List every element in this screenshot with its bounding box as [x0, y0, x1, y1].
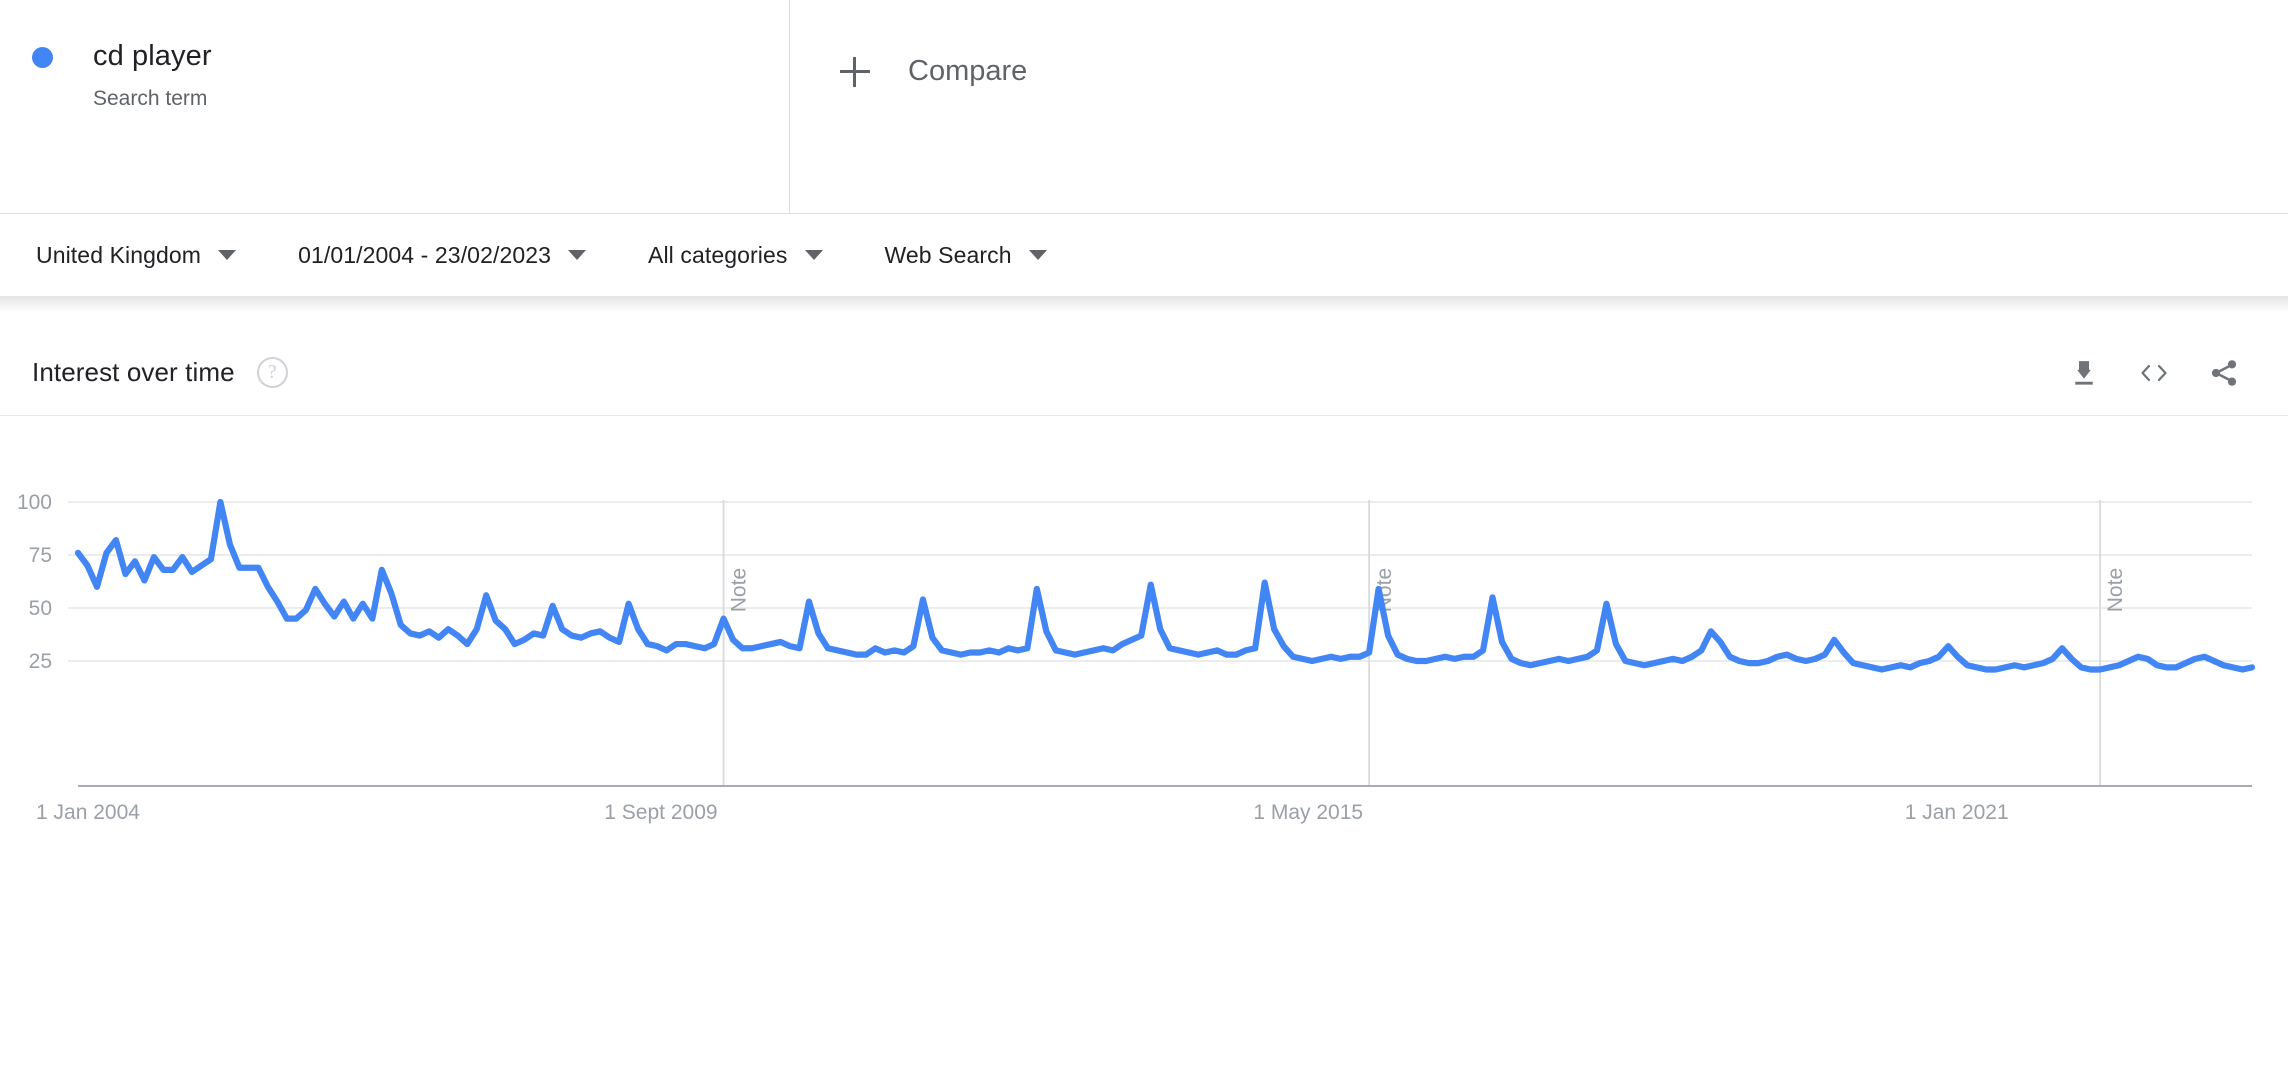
filter-search-type-label: Web Search	[884, 241, 1012, 268]
x-axis-tick-label: 1 May 2015	[1253, 801, 1363, 824]
interest-over-time-header: Interest over time ?	[0, 330, 2288, 416]
filter-region[interactable]: United Kingdom	[36, 241, 237, 269]
plus-icon	[840, 57, 870, 87]
filter-date-range-label: 01/01/2004 - 23/02/2023	[298, 241, 552, 268]
x-axis-tick-label: 1 Jan 2021	[1905, 801, 2009, 824]
y-axis-tick-label: 50	[29, 597, 52, 620]
chevron-down-icon	[568, 250, 587, 260]
filter-region-label: United Kingdom	[36, 241, 202, 268]
compare-button[interactable]: Compare	[790, 0, 2288, 213]
filter-category[interactable]: All categories	[648, 241, 823, 269]
term-header-row: cd player Search term Compare	[0, 0, 2288, 214]
note-annotation-label: Note	[728, 568, 751, 612]
series-color-dot	[32, 47, 53, 68]
embed-icon[interactable]	[2132, 351, 2176, 395]
filter-category-label: All categories	[648, 241, 788, 268]
y-axis-tick-label: 75	[29, 544, 52, 567]
search-term-title: cd player	[93, 40, 212, 72]
search-term-subtitle: Search term	[93, 87, 208, 110]
filter-search-type[interactable]: Web Search	[885, 242, 1047, 269]
chevron-down-icon	[218, 250, 237, 260]
search-term-card[interactable]: cd player Search term	[0, 0, 790, 214]
compare-label: Compare	[908, 55, 1028, 87]
x-axis-tick-label: 1 Jan 2004	[36, 801, 140, 824]
chevron-down-icon	[804, 250, 823, 260]
share-icon[interactable]	[2202, 351, 2246, 395]
filter-bar: United Kingdom 01/01/2004 - 23/02/2023 A…	[0, 214, 2288, 296]
note-annotation-label: Note	[2104, 568, 2127, 612]
download-icon[interactable]	[2062, 351, 2106, 395]
trend-line-chart: 100755025Note Note Note1 Jan 2004 1 Sept 20…	[17, 491, 2256, 824]
y-axis-tick-label: 25	[29, 650, 52, 673]
help-icon[interactable]: ?	[256, 357, 288, 388]
term-text-block: cd player Search term	[93, 36, 212, 115]
y-axis-tick-label: 100	[17, 491, 52, 514]
filter-date-range[interactable]: 01/01/2004 - 23/02/2023	[298, 241, 587, 269]
filter-bar-shadow	[0, 296, 2288, 312]
interest-over-time-chart[interactable]: 100 75 50 25 Note Note Note 1 Jan 2004 1 Sept 20…	[0, 464, 2288, 864]
page-title: Interest over time	[32, 357, 235, 387]
chevron-down-icon	[1028, 250, 1047, 260]
trend-line-series	[74, 498, 2256, 673]
x-axis-tick-label: 1 Sept 2009	[604, 801, 717, 824]
